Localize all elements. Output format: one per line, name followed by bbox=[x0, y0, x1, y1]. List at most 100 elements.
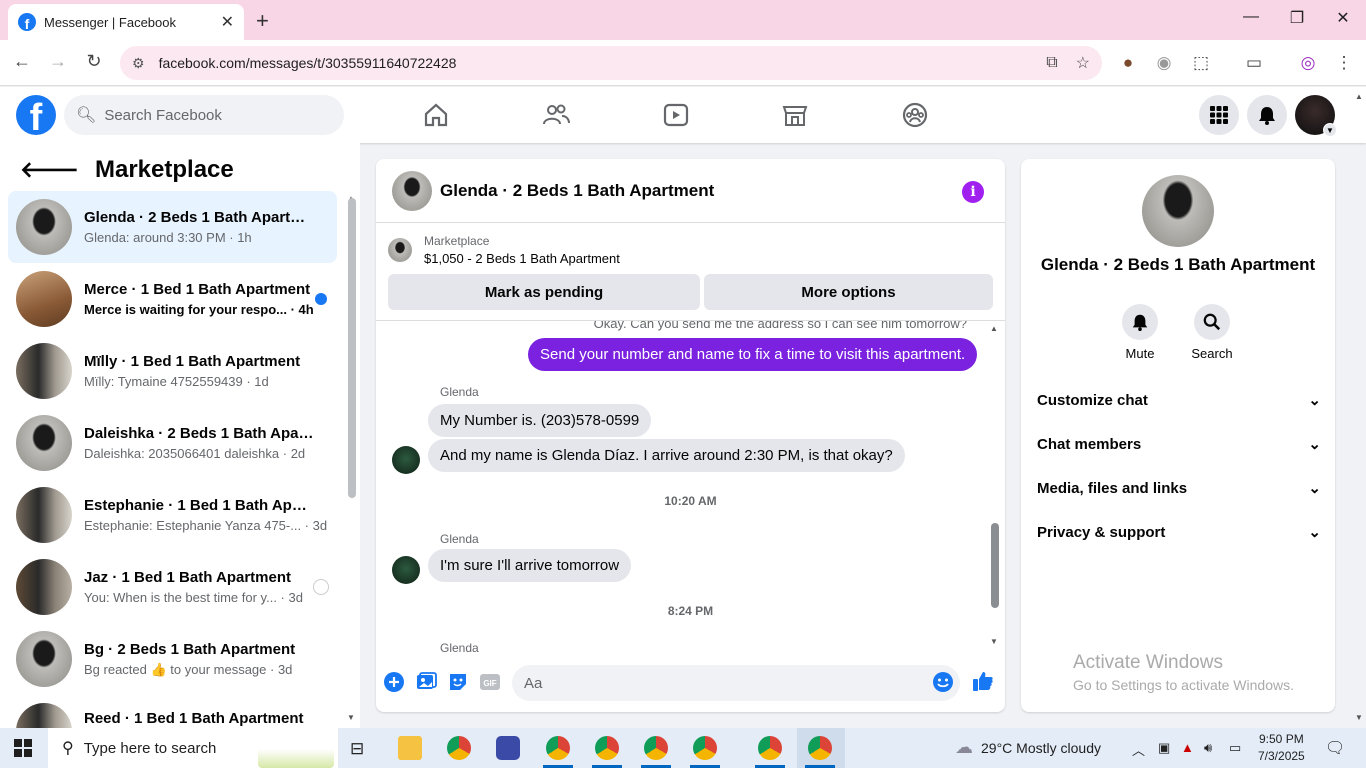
chrome-profile-icon[interactable] bbox=[644, 736, 668, 760]
tab-title: Messenger | Facebook bbox=[44, 14, 176, 30]
groups-icon[interactable] bbox=[901, 101, 929, 129]
task-view-icon[interactable]: ⊟ bbox=[350, 739, 364, 759]
security-app-icon[interactable]: ▲ bbox=[1181, 740, 1194, 755]
conversation-name: Reed · 1 Bed 1 Bath Apartment bbox=[84, 710, 304, 727]
emoji-icon[interactable] bbox=[932, 671, 954, 693]
chat-title[interactable]: Glenda · 2 Beds 1 Bath Apartment bbox=[440, 181, 714, 201]
marketplace-listing-bar[interactable]: Marketplace $1,050 - 2 Beds 1 Bath Apart… bbox=[388, 230, 993, 270]
chrome-profile-icon[interactable] bbox=[808, 736, 832, 760]
back-icon[interactable]: ← bbox=[10, 51, 34, 72]
chevron-down-icon: ▼ bbox=[1323, 123, 1337, 137]
install-app-icon[interactable]: ⧉ bbox=[1046, 54, 1057, 72]
address-bar[interactable]: ⚙ facebook.com/messages/t/30355911640722… bbox=[120, 46, 1102, 80]
page-scroll-down-icon[interactable]: ▼ bbox=[1355, 713, 1363, 722]
video-icon[interactable] bbox=[662, 101, 690, 129]
mute-button[interactable]: Mute bbox=[1110, 304, 1170, 361]
message-bubble-partial: Okay. Can you send me the address so I c… bbox=[581, 321, 979, 339]
chat-members-section[interactable]: Chat members ⌄ bbox=[1037, 435, 1321, 454]
conversation-name: Bg · 2 Beds 1 Bath Apartment bbox=[84, 640, 296, 658]
minimize-icon[interactable]: ― bbox=[1236, 8, 1266, 26]
profile-thumbnail[interactable] bbox=[1142, 175, 1214, 247]
add-plus-icon[interactable] bbox=[383, 671, 405, 693]
taskbar-clock[interactable]: 9:50 PM 7/3/2025 bbox=[1258, 731, 1305, 765]
browser-tab[interactable]: f Messenger | Facebook ✕ bbox=[8, 4, 244, 40]
chevron-up-icon[interactable]: ︿ bbox=[1132, 740, 1145, 759]
home-icon[interactable] bbox=[422, 101, 450, 129]
marketplace-icon[interactable] bbox=[781, 101, 809, 129]
chrome-icon[interactable] bbox=[447, 736, 471, 760]
back-arrow-icon[interactable]: 🡐 bbox=[20, 157, 79, 183]
info-icon[interactable]: i bbox=[962, 181, 984, 203]
notification-center-icon[interactable]: 🗨︎ bbox=[1325, 738, 1345, 758]
scroll-down-icon[interactable]: ▼ bbox=[990, 637, 998, 646]
new-tab-button[interactable]: + bbox=[256, 8, 269, 34]
media-files-links-section[interactable]: Media, files and links ⌄ bbox=[1037, 479, 1321, 498]
sender-avatar[interactable] bbox=[392, 446, 420, 474]
chat-thumbnail[interactable] bbox=[392, 170, 432, 211]
extension-icon[interactable]: ◉ bbox=[1152, 53, 1176, 73]
section-label: Media, files and links bbox=[1037, 479, 1188, 497]
conversation-name: Daleishka · 2 Beds 1 Bath Apart... bbox=[84, 425, 314, 442]
site-info-icon[interactable]: ⚙ bbox=[132, 55, 145, 72]
profile-icon[interactable]: ◎ bbox=[1296, 53, 1320, 73]
scroll-down-icon[interactable]: ▼ bbox=[347, 713, 355, 722]
windows-start-icon[interactable] bbox=[14, 739, 32, 757]
file-explorer-icon[interactable] bbox=[398, 736, 422, 760]
cookie-extension-icon[interactable]: ● bbox=[1116, 53, 1140, 73]
sender-avatar[interactable] bbox=[392, 556, 420, 584]
photo-icon[interactable] bbox=[415, 671, 437, 693]
conversation-item[interactable]: Merce · 1 Bed 1 Bath Apartment Merce is w… bbox=[8, 263, 337, 335]
section-label: Privacy & support bbox=[1037, 523, 1166, 541]
chrome-profile-icon[interactable] bbox=[693, 736, 717, 760]
chrome-profile-icon[interactable] bbox=[546, 736, 570, 760]
chrome-profile-icon[interactable] bbox=[758, 736, 782, 760]
clock-time: 9:50 PM bbox=[1259, 732, 1304, 746]
conversation-item[interactable]: Mïlly · 1 Bed 1 Bath Apartment Mïlly: Tym… bbox=[8, 335, 337, 407]
chrome-profile-icon[interactable] bbox=[595, 736, 619, 760]
close-window-icon[interactable]: ✕ bbox=[1328, 8, 1358, 28]
message-bubble-outgoing: Send your number and name to fix a time … bbox=[528, 338, 978, 371]
customize-chat-section[interactable]: Customize chat ⌄ bbox=[1037, 391, 1321, 410]
bookmark-star-icon[interactable]: ☆ bbox=[1076, 53, 1090, 73]
browser-menu-icon[interactable]: ⋮ bbox=[1332, 53, 1356, 73]
sender-name: Glenda bbox=[440, 641, 479, 655]
proxy-app-icon[interactable] bbox=[496, 736, 520, 760]
volume-icon[interactable]: 🔊︎ bbox=[1204, 740, 1212, 756]
weather-widget[interactable]: ☁ 29°C Mostly cloudy bbox=[955, 737, 1101, 758]
close-tab-icon[interactable]: ✕ bbox=[221, 12, 234, 32]
sticker-icon[interactable] bbox=[447, 671, 469, 693]
message-input[interactable]: Aa bbox=[512, 665, 960, 701]
conversation-item[interactable]: Jaz · 1 Bed 1 Bath Apartment You: When is… bbox=[8, 551, 337, 623]
account-avatar[interactable]: ▼ bbox=[1295, 95, 1337, 137]
more-options-button[interactable]: More options bbox=[704, 274, 993, 310]
friends-icon[interactable] bbox=[542, 101, 570, 129]
network-device-icon[interactable]: ▣ bbox=[1158, 740, 1170, 756]
scroll-up-icon[interactable]: ▲ bbox=[990, 324, 998, 333]
menu-grid-icon[interactable] bbox=[1199, 95, 1239, 135]
conversation-item[interactable]: Reed · 1 Bed 1 Bath Apartment bbox=[8, 695, 337, 728]
facebook-logo-icon[interactable]: f bbox=[16, 95, 56, 135]
forward-icon[interactable]: → bbox=[46, 51, 70, 72]
like-thumb-icon[interactable] bbox=[971, 669, 995, 693]
network-icon[interactable]: ▭ bbox=[1229, 740, 1241, 756]
extensions-puzzle-icon[interactable]: ⬚ bbox=[1189, 53, 1213, 73]
gif-icon[interactable]: GIF bbox=[479, 671, 501, 693]
notifications-bell-icon[interactable] bbox=[1247, 95, 1287, 135]
search-conversation-button[interactable]: Search bbox=[1182, 304, 1242, 361]
conversation-item[interactable]: Daleishka · 2 Beds 1 Bath Apart... Daleis… bbox=[8, 407, 337, 479]
conversation-list-scrollbar[interactable] bbox=[348, 198, 356, 498]
cast-icon[interactable]: ▭ bbox=[1242, 53, 1266, 73]
conversation-item[interactable]: Glenda · 2 Beds 1 Bath Apartment Glenda: … bbox=[8, 191, 337, 263]
message-thread-scrollbar[interactable] bbox=[991, 523, 999, 608]
facebook-search-input[interactable]: 🔍︎ Search Facebook bbox=[64, 95, 344, 135]
page-scroll-up-icon[interactable]: ▲ bbox=[1355, 92, 1363, 101]
search-icon: 🔍︎ bbox=[76, 107, 97, 124]
mark-as-pending-button[interactable]: Mark as pending bbox=[388, 274, 700, 310]
restore-icon[interactable]: ❐ bbox=[1282, 8, 1312, 28]
reload-icon[interactable]: ↻ bbox=[82, 51, 106, 72]
conversation-item[interactable]: Bg · 2 Beds 1 Bath Apartment Bg reacted 👍… bbox=[8, 623, 337, 695]
privacy-support-section[interactable]: Privacy & support ⌄ bbox=[1037, 523, 1321, 542]
svg-text:GIF: GIF bbox=[483, 679, 496, 688]
conversation-name: Glenda · 2 Beds 1 Bath Apartment bbox=[84, 209, 314, 226]
conversation-item[interactable]: Estephanie · 1 Bed 1 Bath Apart... Esteph… bbox=[8, 479, 337, 551]
